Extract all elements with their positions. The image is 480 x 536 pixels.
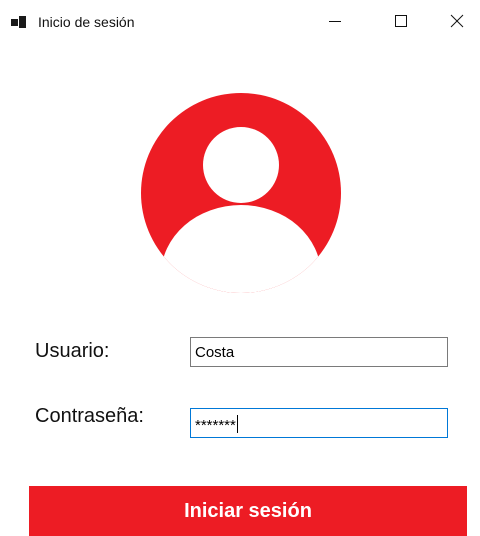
username-field[interactable]: Costa	[190, 337, 448, 367]
password-value: *******	[195, 417, 236, 434]
title-bar[interactable]: Inicio de sesión	[0, 0, 480, 46]
password-field[interactable]: *******	[190, 408, 448, 438]
app-icon	[10, 13, 28, 31]
minimize-button[interactable]	[312, 0, 358, 46]
user-avatar-icon	[141, 93, 341, 293]
text-caret	[236, 415, 238, 433]
username-label: Usuario:	[35, 340, 110, 362]
close-icon	[450, 14, 464, 33]
minimize-icon	[328, 14, 342, 33]
maximize-button[interactable]	[378, 0, 424, 46]
login-button[interactable]: Iniciar sesión	[29, 486, 467, 536]
username-value: Costa	[195, 344, 235, 361]
window-title: Inicio de sesión	[38, 14, 135, 30]
login-window: Inicio de sesión Usuario: Costa Contrase…	[0, 0, 480, 536]
password-label: Contraseña:	[35, 405, 144, 427]
login-button-label: Iniciar sesión	[184, 499, 312, 522]
close-button[interactable]	[434, 0, 480, 46]
maximize-icon	[394, 14, 408, 33]
